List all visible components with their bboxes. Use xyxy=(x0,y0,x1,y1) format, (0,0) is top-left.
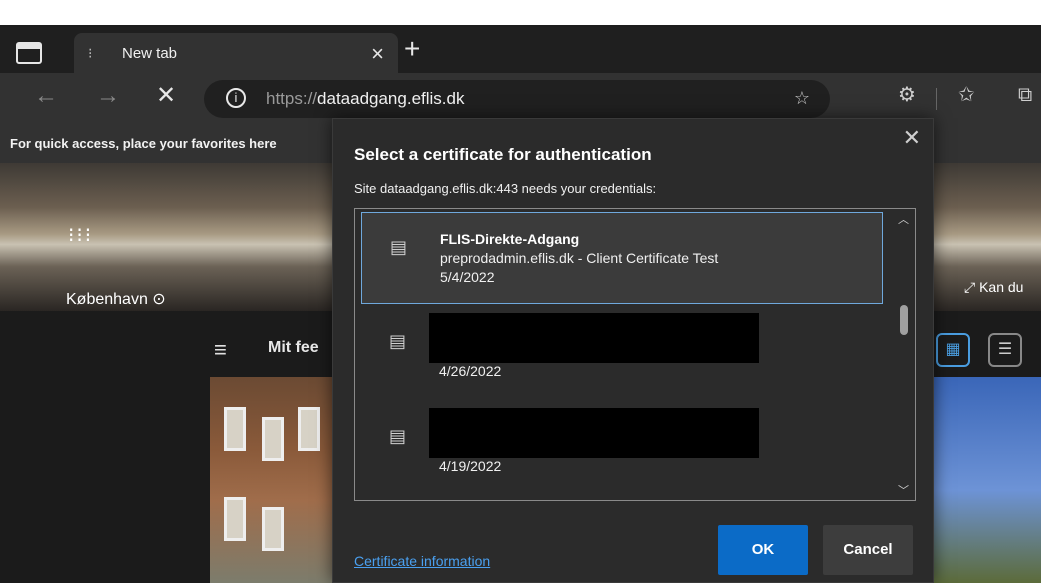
tab-title: New tab xyxy=(122,45,178,62)
certificate-date: 4/19/2022 xyxy=(439,458,502,474)
certificate-information-link[interactable]: Certificate information xyxy=(354,553,490,569)
tab-actions-icon[interactable] xyxy=(16,42,42,64)
certificate-dialog: ✕ Select a certificate for authenticatio… xyxy=(332,118,934,583)
certificate-date: 5/4/2022 xyxy=(440,269,495,285)
list-scrollbar[interactable]: ︿ ﹀ xyxy=(893,209,915,500)
weather-location[interactable]: København ⊙ xyxy=(66,289,166,309)
certificate-item[interactable]: ▤ FLIS-Direkte-Adgang preprodadmin.eflis… xyxy=(361,212,883,304)
dialog-subtitle: Site dataadgang.eflis.dk:443 needs your … xyxy=(354,181,657,196)
dialog-title: Select a certificate for authentication xyxy=(354,145,652,164)
tab-bar: ⁝ New tab × + xyxy=(0,25,1041,75)
certificate-item[interactable]: ▤ 4/26/2022 xyxy=(361,307,883,399)
close-icon[interactable]: ✕ xyxy=(903,127,921,149)
favorites-icon[interactable]: ✩ xyxy=(958,85,975,105)
ok-button[interactable]: OK xyxy=(718,525,808,575)
scroll-down-icon[interactable]: ﹀ xyxy=(898,482,909,498)
extensions-icon[interactable]: ⚙ xyxy=(898,85,916,105)
feed-title[interactable]: Mit fee xyxy=(268,339,319,357)
certificate-date: 4/26/2022 xyxy=(439,363,502,379)
add-favorite-icon[interactable]: ☆ xyxy=(794,88,810,109)
stop-loading-icon[interactable]: ✕ xyxy=(156,84,176,108)
collections-icon[interactable]: ⧉ xyxy=(1018,85,1032,105)
loading-icon: ⁝ xyxy=(88,45,93,61)
expand-background-link[interactable]: ⤢ Kan du xyxy=(964,279,1023,296)
scroll-up-icon[interactable]: ︿ xyxy=(898,211,909,227)
list-layout-button[interactable]: ☰ xyxy=(988,333,1022,367)
certificate-name: FLIS-Direkte-Adgang xyxy=(440,231,580,247)
news-card-image[interactable] xyxy=(934,377,1041,583)
apps-grid-icon[interactable]: ⁝⁝⁝ xyxy=(68,226,93,246)
grid-layout-button[interactable]: ▦ xyxy=(936,333,970,367)
screen-top-strip xyxy=(0,0,1041,25)
tab-close-icon[interactable]: × xyxy=(371,41,384,67)
favorites-bar-hint: For quick access, place your favorites h… xyxy=(10,136,277,151)
cancel-button[interactable]: Cancel xyxy=(823,525,913,575)
menu-icon[interactable]: ≡ xyxy=(214,337,227,363)
certificate-item[interactable]: ▤ 4/19/2022 xyxy=(361,402,883,494)
toolbar-separator xyxy=(936,88,937,110)
scroll-thumb[interactable] xyxy=(900,305,908,335)
forward-icon[interactable]: → xyxy=(96,84,120,108)
news-card-image[interactable] xyxy=(210,377,334,583)
new-tab-button[interactable]: + xyxy=(404,35,420,63)
redacted-block xyxy=(429,313,759,363)
redacted-block xyxy=(429,408,759,458)
back-icon[interactable]: ← xyxy=(34,84,58,108)
url-text: https://dataadgang.eflis.dk xyxy=(266,89,465,108)
certificate-icon: ▤ xyxy=(389,426,407,446)
address-field[interactable]: i https://dataadgang.eflis.dk ☆ xyxy=(204,80,830,118)
certificate-list[interactable]: ▤ FLIS-Direkte-Adgang preprodadmin.eflis… xyxy=(354,208,916,501)
certificate-issuer: preprodadmin.eflis.dk - Client Certifica… xyxy=(440,250,719,266)
site-info-icon[interactable]: i xyxy=(226,88,246,108)
certificate-icon: ▤ xyxy=(390,237,408,257)
tab-new-tab[interactable]: ⁝ New tab × xyxy=(74,33,398,75)
certificate-icon: ▤ xyxy=(389,331,407,351)
